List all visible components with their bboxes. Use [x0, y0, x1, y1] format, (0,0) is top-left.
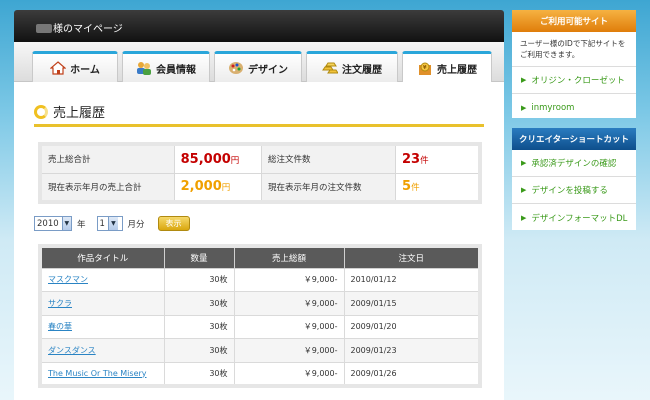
sidebar-link-origin-closet[interactable]: ▶ オリジン・クローゼット: [512, 67, 636, 94]
home-icon: [49, 61, 67, 75]
table-row: マスクマン 30枚 ￥9,000- 2010/01/12: [39, 267, 481, 292]
work-title-link[interactable]: 春の華: [48, 322, 72, 331]
table-row: 春の華 30枚 ￥9,000- 2009/01/20: [39, 314, 481, 339]
title-divider: [34, 124, 484, 127]
table-row: ダンスダンス 30枚 ￥9,000- 2009/01/23: [39, 338, 481, 363]
sales-table: 作品タイトル 数量 売上総額 注文日 マスクマン 30枚 ￥9,000- 201…: [38, 244, 482, 388]
date-cell: 2009/01/15: [343, 291, 481, 316]
tab-bar: ホーム 会員情報 デザイン 注文履歴 ¥ 売上履歴: [14, 42, 504, 83]
arrow-right-icon: ▶: [521, 186, 527, 194]
tab-order-history[interactable]: 注文履歴: [306, 51, 398, 82]
total-orders-value: 23件: [395, 143, 481, 174]
month-orders-label: 現在表示年月の注文件数: [261, 172, 397, 203]
qty-cell: 30枚: [163, 314, 235, 339]
month-select[interactable]: 1 ▼: [96, 216, 123, 231]
sidebar-link-post-design[interactable]: ▶ デザインを投稿する: [512, 177, 636, 204]
year-unit-label: 年: [77, 219, 86, 230]
amount-cell: ￥9,000-: [233, 314, 345, 339]
show-button[interactable]: 表示: [157, 216, 190, 231]
work-title-link[interactable]: マスクマン: [48, 275, 88, 284]
col-qty-header: 数量: [163, 245, 235, 269]
arrow-right-icon: ▶: [521, 213, 527, 222]
date-cell: 2009/01/20: [343, 314, 481, 339]
col-amount-header: 売上総額: [233, 245, 345, 269]
qty-cell: 30枚: [163, 267, 235, 292]
total-sales-value: 85,000円: [173, 143, 263, 174]
date-cell: 2010/01/12: [343, 267, 481, 292]
arrow-right-icon: ▶: [521, 159, 527, 167]
sidebar-link-format-dl[interactable]: ▶ デザインフォーマットDL: [512, 204, 636, 231]
tab-home[interactable]: ホーム: [32, 51, 118, 82]
table-row: The Music Or The Misery 30枚 ￥9,000- 2009…: [39, 361, 481, 386]
table-header-row: 作品タイトル 数量 売上総額 注文日: [39, 245, 481, 269]
available-sites-title: ご利用可能サイト: [512, 10, 636, 32]
main-content: 売上履歴 売上総合計 85,000円 総注文件数 23件 現在表示年月の売上合計…: [14, 82, 504, 400]
col-title-header: 作品タイトル: [39, 245, 165, 269]
amount-cell: ￥9,000-: [233, 267, 345, 292]
sales-summary-table: 売上総合計 85,000円 総注文件数 23件 現在表示年月の売上合計 2,00…: [38, 142, 482, 204]
svg-text:¥: ¥: [423, 65, 427, 71]
sales-icon: ¥: [417, 62, 433, 76]
creator-shortcuts-title: クリエイターショートカット: [512, 128, 636, 150]
gold-bars-icon: [322, 61, 339, 75]
qty-cell: 30枚: [163, 291, 235, 316]
year-select[interactable]: 2010 ▼: [34, 216, 72, 231]
qty-cell: 30枚: [163, 338, 235, 363]
blurred-username: [36, 24, 52, 33]
page-title: 売上履歴: [34, 102, 105, 121]
date-cell: 2009/01/26: [343, 361, 481, 386]
work-title-link[interactable]: サクラ: [48, 299, 72, 308]
qty-cell: 30枚: [163, 361, 235, 386]
month-orders-value: 5件: [395, 172, 481, 203]
total-sales-label: 売上総合計: [39, 143, 175, 174]
amount-cell: ￥9,000-: [233, 291, 345, 316]
month-sales-label: 現在表示年月の売上合計: [39, 172, 175, 203]
month-unit-label: 月分: [127, 219, 145, 230]
tab-members[interactable]: 会員情報: [122, 51, 210, 82]
sidebar-link-approved-designs[interactable]: ▶ 承認済デザインの確認: [512, 150, 636, 177]
available-sites-box: ご利用可能サイト ユーザー様のIDで下記サイトをご利用できます。 ▶ オリジン・ク…: [512, 10, 636, 118]
header-title: 様のマイページ: [36, 20, 123, 35]
palette-icon: [228, 61, 244, 75]
members-icon: [136, 61, 152, 75]
available-sites-desc: ユーザー様のIDで下記サイトをご利用できます。: [512, 32, 636, 67]
month-sales-value: 2,000円: [173, 172, 263, 203]
table-row: サクラ 30枚 ￥9,000- 2009/01/15: [39, 291, 481, 316]
date-cell: 2009/01/23: [343, 338, 481, 363]
arrow-right-icon: ▶: [521, 103, 527, 112]
amount-cell: ￥9,000-: [233, 338, 345, 363]
chevron-down-icon: ▼: [61, 217, 71, 230]
creator-shortcuts-box: クリエイターショートカット ▶ 承認済デザインの確認 ▶ デザインを投稿する ▶ デザ…: [512, 128, 636, 230]
arrow-right-icon: ▶: [521, 76, 527, 84]
amount-cell: ￥9,000-: [233, 361, 345, 386]
total-orders-label: 総注文件数: [261, 143, 397, 174]
title-ring-icon: [34, 104, 48, 119]
chevron-down-icon: ▼: [107, 217, 118, 230]
date-filter: 2010 ▼ 年 1 ▼ 月分 表示: [34, 216, 190, 231]
col-date-header: 注文日: [343, 245, 481, 269]
work-title-link[interactable]: The Music Or The Misery: [48, 369, 147, 378]
tab-sales-history[interactable]: ¥ 売上履歴: [402, 51, 492, 83]
work-title-link[interactable]: ダンスダンス: [48, 346, 96, 355]
mypage-header: 様のマイページ: [14, 10, 504, 42]
tab-design[interactable]: デザイン: [214, 51, 302, 82]
sidebar-link-inmyroom[interactable]: ▶ inmyroom: [512, 94, 636, 121]
